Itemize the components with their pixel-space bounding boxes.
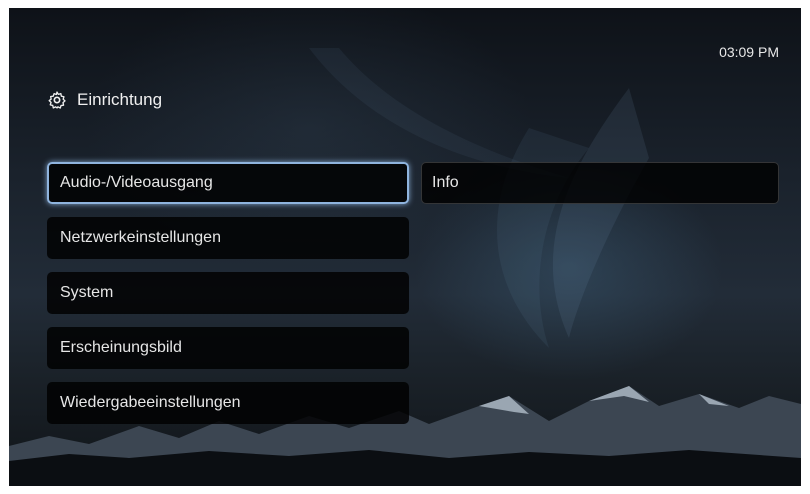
submenu-item-label: Info [432, 174, 459, 191]
menu-item-playback-settings[interactable]: Wiedergabeeinstellungen [47, 382, 409, 424]
menu-item-audio-video-output[interactable]: Audio-/Videoausgang [47, 162, 409, 204]
menu-item-system[interactable]: System [47, 272, 409, 314]
submenu-item-info[interactable]: Info [421, 162, 779, 204]
gear-icon [48, 91, 66, 109]
menu-item-appearance[interactable]: Erscheinungsbild [47, 327, 409, 369]
menu-item-label: Erscheinungsbild [60, 339, 182, 356]
page-header: Einrichtung [47, 90, 162, 110]
submenu-panel: Info [421, 162, 779, 204]
clock: 03:09 PM [719, 44, 779, 60]
menu-item-label: Audio-/Videoausgang [60, 174, 213, 191]
menu-item-network-settings[interactable]: Netzwerkeinstellungen [47, 217, 409, 259]
settings-menu: Audio-/Videoausgang Netzwerkeinstellunge… [47, 162, 409, 437]
menu-item-label: Wiedergabeeinstellungen [60, 394, 241, 411]
page-title: Einrichtung [77, 90, 163, 109]
menu-item-label: System [60, 284, 114, 301]
menu-item-label: Netzwerkeinstellungen [60, 229, 221, 246]
tv-screen: 03:09 PM Einrichtung Audio-/Videoausgang… [9, 8, 801, 486]
